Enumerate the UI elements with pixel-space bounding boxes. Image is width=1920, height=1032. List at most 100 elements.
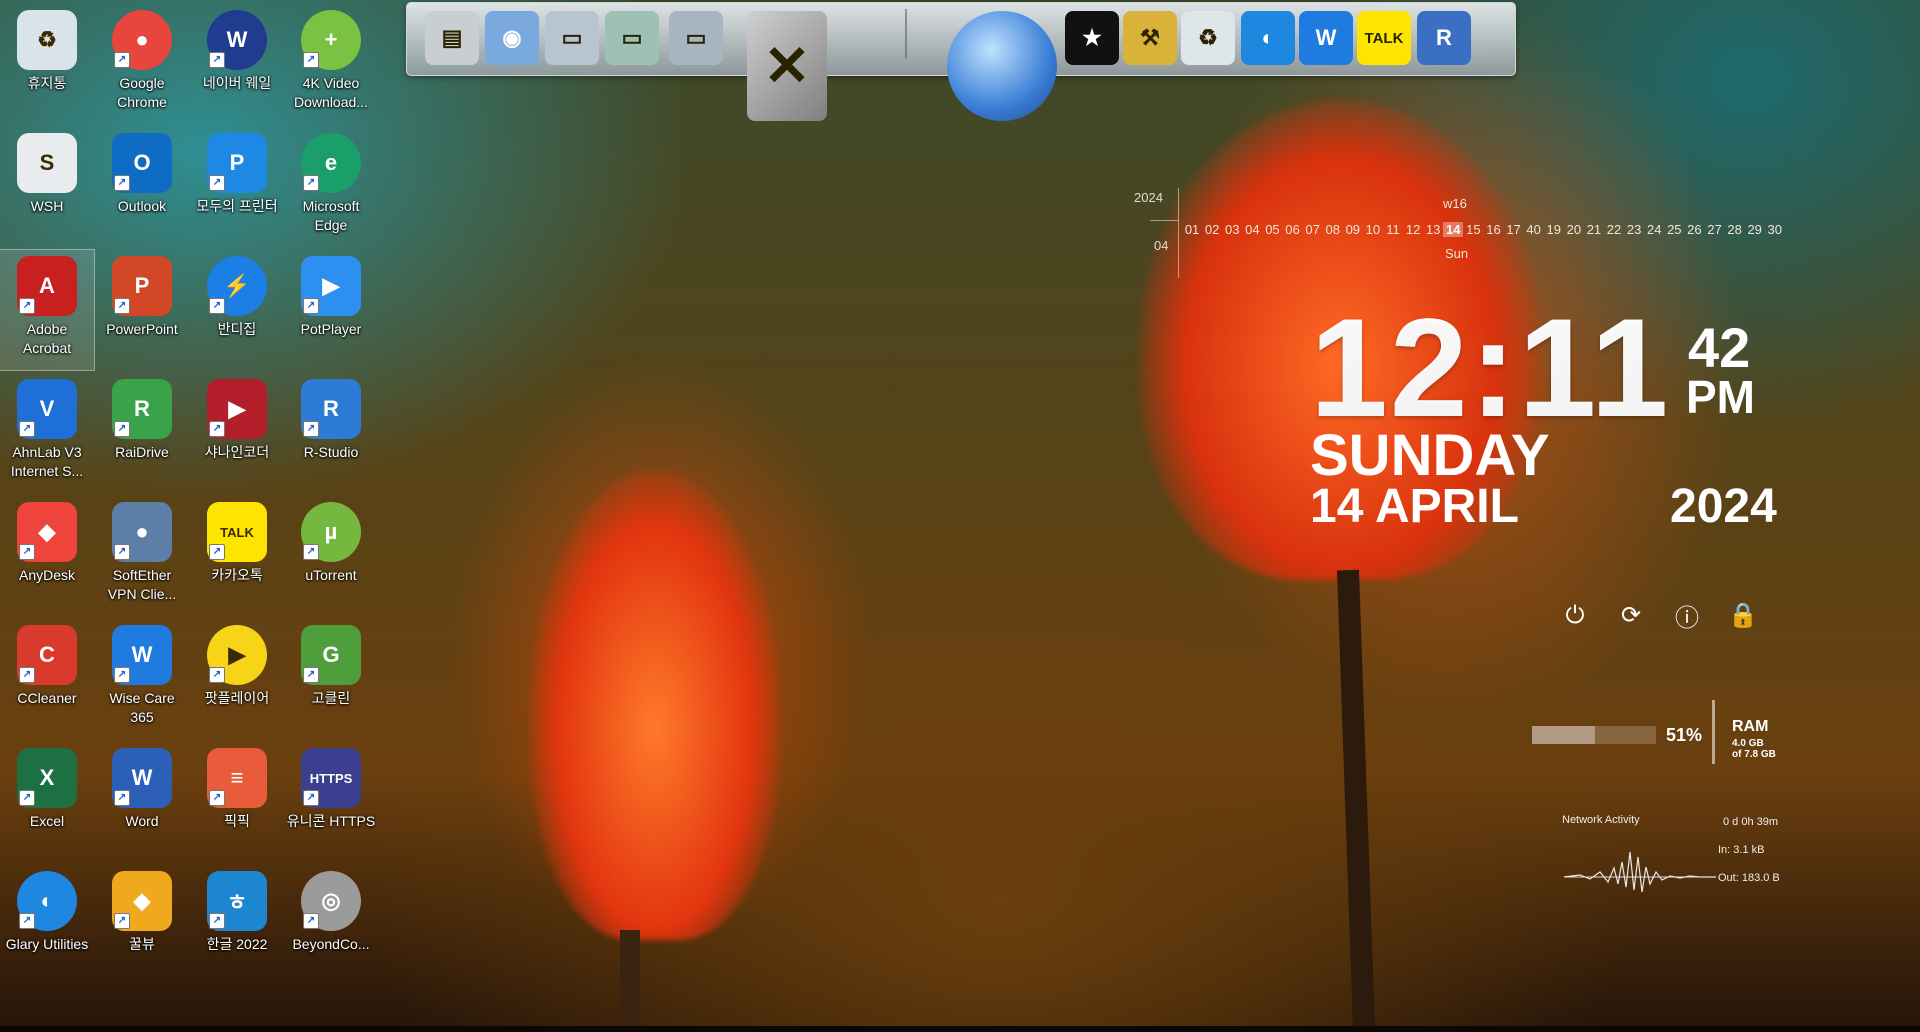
desktop-icon-label: Microsoft Edge — [302, 198, 360, 233]
desktop-icon-excel[interactable]: X ↗ Excel — [0, 742, 94, 862]
desktop-icon-wise-care-365[interactable]: W ↗ Wise Care 365 — [95, 619, 189, 739]
restart-button[interactable]: ⟳ — [1616, 600, 1646, 630]
desktop-icon-kakao-potplayer[interactable]: ▶ ↗ 팟플레이어 — [190, 619, 284, 739]
desktop-icon-label: 한글 2022 — [206, 936, 268, 952]
calendar-day: 22 — [1606, 222, 1622, 237]
desktop-icon-ahnlab-v3[interactable]: V ↗ AhnLab V3 Internet S... — [0, 373, 94, 493]
dock-glyph: ▭ — [561, 25, 583, 50]
desktop-icon-ccleaner[interactable]: C ↗ CCleaner — [0, 619, 94, 739]
shortcut-arrow-icon: ↗ — [303, 667, 319, 683]
desktop-icon-modu-printer[interactable]: P ↗ 모두의 프린터 — [190, 127, 284, 247]
shortcut-arrow-icon: ↗ — [114, 667, 130, 683]
desktop-icon-word[interactable]: W ↗ Word — [95, 742, 189, 862]
shutdown-button[interactable]: ⏻ — [1560, 600, 1590, 630]
desktop-icon-wsh[interactable]: S WSH — [0, 127, 94, 247]
desktop-icon-shana-encoder[interactable]: ▶ ↗ 샤나인코더 — [190, 373, 284, 493]
dock-tools-icon[interactable]: ✕ — [747, 11, 827, 121]
desktop-icon-r-studio[interactable]: R ↗ R-Studio — [284, 373, 378, 493]
icon-glyph: O — [133, 150, 151, 175]
calendar-day: 29 — [1747, 222, 1762, 237]
desktop-icon-hangul-2022[interactable]: ㅎ ↗ 한글 2022 — [190, 865, 284, 985]
desktop-icon-label: 고클린 — [311, 690, 351, 706]
icon-glyph: P — [134, 273, 150, 298]
calendar-day: 05 — [1265, 222, 1280, 237]
modu-printer-icon: P ↗ — [207, 133, 267, 193]
dock-tshirt-icon[interactable]: ★ — [1065, 11, 1119, 65]
desktop-icon-bandizip[interactable]: ⚡ ↗ 반디집 — [190, 250, 284, 370]
calendar-divider-horizontal — [1150, 220, 1178, 221]
dock-separator — [905, 9, 907, 59]
desktop-icon-beyond-compare[interactable]: ◎ ↗ BeyondCo... — [284, 865, 378, 985]
wsh-icon: S — [17, 133, 77, 193]
calendar-day: 14 — [1443, 222, 1464, 237]
desktop-icon-utorrent[interactable]: µ ↗ uTorrent — [284, 496, 378, 616]
r-studio-icon: R ↗ — [301, 379, 361, 439]
calendar-day: 12 — [1405, 222, 1421, 237]
desktop-icon-adobe-acrobat[interactable]: A ↗ Adobe Acrobat — [0, 249, 95, 371]
desktop-icon-outlook[interactable]: O ↗ Outlook — [95, 127, 189, 247]
desktop-icon-label: Word — [125, 813, 159, 829]
dock-recycle-bin-icon[interactable]: ♻ — [1181, 11, 1235, 65]
desktop-icon-kakaotalk[interactable]: TALK ↗ 카카오톡 — [190, 496, 284, 616]
dock-folder-icon[interactable]: ▭ — [545, 11, 599, 65]
icon-glyph: e — [324, 150, 338, 175]
dock-globe-icon[interactable]: ◍ — [947, 11, 1057, 121]
desktop-icon-honeyview[interactable]: ◆ ↗ 꿀뷰 — [95, 865, 189, 985]
desktop-icon-potplayer[interactable]: ▶ ↗ PotPlayer — [284, 250, 378, 370]
desktop-icon-picpick[interactable]: ≡ ↗ 픽픽 — [190, 742, 284, 862]
dock-glary-icon[interactable]: ◐ — [1241, 11, 1295, 65]
shortcut-arrow-icon: ↗ — [209, 544, 225, 560]
utorrent-icon: µ ↗ — [301, 502, 361, 562]
bottom-edge — [0, 1026, 1920, 1032]
calendar-day: 27 — [1707, 222, 1722, 237]
logoff-button[interactable]: ⓘ — [1672, 600, 1702, 632]
dock-hammer-icon[interactable]: ⚒ — [1123, 11, 1177, 65]
desktop-icon-anydesk[interactable]: ◆ ↗ AnyDesk — [0, 496, 94, 616]
dock-glyph: ⚒ — [1140, 25, 1160, 50]
shortcut-arrow-icon: ↗ — [114, 913, 130, 929]
shortcut-arrow-icon: ↗ — [303, 421, 319, 437]
desktop-icon-google-chrome[interactable]: ● ↗ Google Chrome — [95, 4, 189, 124]
restart-icon: ⟳ — [1620, 601, 1642, 629]
calendar-days: 01 02 03 04 05 06 07 08 09 10 11 12 13 14 15 16 17 40 19 20… — [1182, 222, 1785, 237]
desktop-icon-label: BeyondCo... — [292, 936, 370, 952]
desktop-icon-powerpoint[interactable]: P ↗ PowerPoint — [95, 250, 189, 370]
icon-glyph: µ — [324, 519, 338, 544]
dock-r-studio-icon[interactable]: R — [1417, 11, 1471, 65]
shortcut-arrow-icon: ↗ — [114, 298, 130, 314]
dock-kakaotalk-icon[interactable]: TALK — [1357, 11, 1411, 65]
icon-glyph: W — [131, 642, 153, 667]
shortcut-arrow-icon: ↗ — [209, 790, 225, 806]
icon-glyph: A — [39, 273, 55, 298]
dock-network-icon[interactable]: ◉ — [485, 11, 539, 65]
dock-wise-care-icon[interactable]: W — [1299, 11, 1353, 65]
network-out: Out: 183.0 B — [1718, 872, 1780, 884]
desktop-icon-softether-vpn[interactable]: ● ↗ SoftEther VPN Clie... — [95, 496, 189, 616]
icon-glyph: ◐ — [40, 888, 54, 913]
lock-button[interactable]: 🔒 — [1728, 600, 1758, 630]
desktop-icons: ♻ 휴지통 ● ↗ Google Chrome W ↗ 네이버 웨일 + ↗ 4K Video Do… — [0, 0, 380, 1032]
desktop-icon-label: Outlook — [117, 198, 167, 214]
shortcut-arrow-icon: ↗ — [114, 175, 130, 191]
desktop-icon-goclean[interactable]: G ↗ 고클린 — [284, 619, 378, 739]
dock-documents-folder-icon[interactable]: ▭ — [669, 11, 723, 65]
google-chrome-icon: ● ↗ — [112, 10, 172, 70]
desktop-icon-unicorn-https[interactable]: HTTPS ↗ 유니콘 HTTPS — [284, 742, 378, 862]
tulip-left-decoration — [530, 470, 780, 940]
unicorn-https-icon: HTTPS ↗ — [301, 748, 361, 808]
desktop-icon-naver-whale[interactable]: W ↗ 네이버 웨일 — [190, 4, 284, 124]
icon-glyph: ◆ — [38, 519, 56, 544]
icon-glyph: R — [134, 396, 150, 421]
desktop-icon-raidrive[interactable]: R ↗ RaiDrive — [95, 373, 189, 493]
dock-computer-icon[interactable]: ▤ — [425, 11, 479, 65]
calendar-year: 2024 — [1134, 190, 1163, 205]
desktop-icon-label: Wise Care 365 — [109, 690, 175, 725]
tulip-right-stem — [1336, 569, 1376, 1031]
desktop-icon-glary-utilities[interactable]: ◐ ↗ Glary Utilities — [0, 865, 94, 985]
dock-downloads-folder-icon[interactable]: ▭ — [605, 11, 659, 65]
desktop-icon-recycle-bin[interactable]: ♻ 휴지통 — [0, 4, 94, 124]
shana-encoder-icon: ▶ ↗ — [207, 379, 267, 439]
desktop-icon-microsoft-edge[interactable]: e ↗ Microsoft Edge — [284, 127, 378, 247]
icon-glyph: X — [39, 765, 55, 790]
desktop-icon-4k-video-downloader[interactable]: + ↗ 4K Video Download... — [284, 4, 378, 124]
